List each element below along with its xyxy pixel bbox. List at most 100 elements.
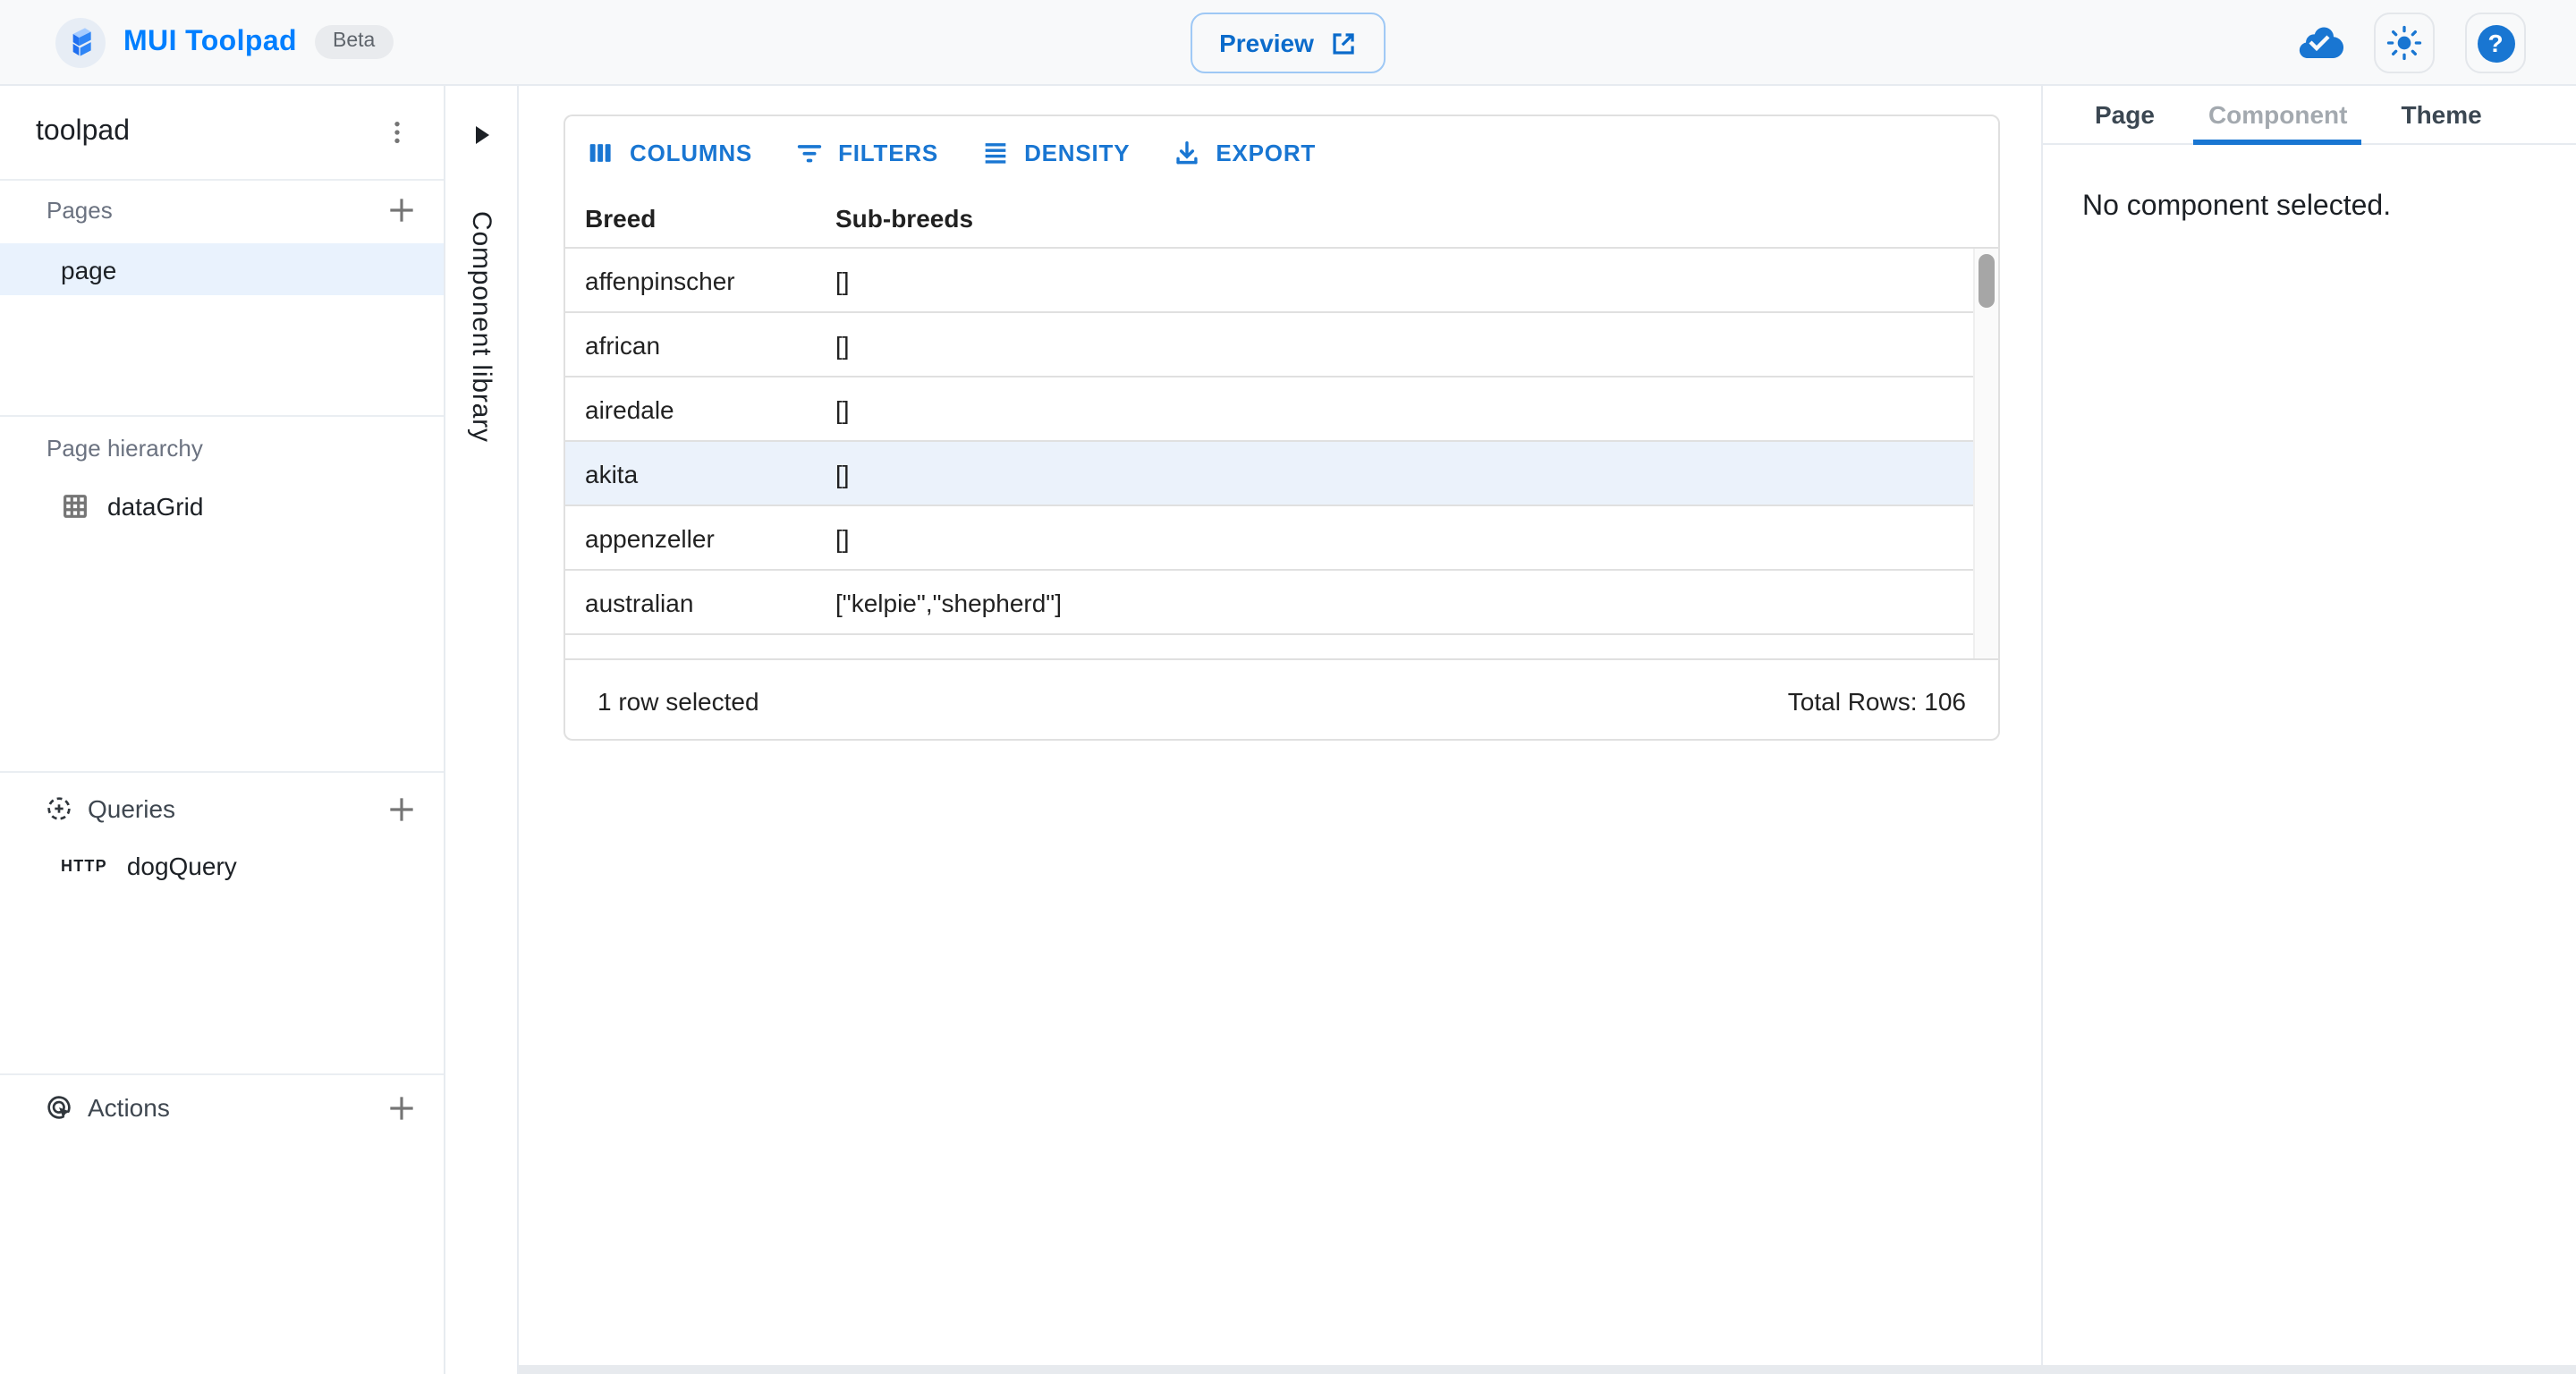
add-page-button[interactable] — [379, 188, 422, 231]
column-header-subbreeds[interactable]: Sub-breeds — [816, 204, 1998, 233]
divider — [0, 1073, 444, 1075]
datagrid-component[interactable]: COLUMNS FILTERS — [564, 114, 2000, 741]
download-icon — [1171, 138, 1201, 168]
cell-subbreeds: ["kelpie","shepherd"] — [816, 588, 1998, 616]
project-row: toolpad — [0, 86, 444, 181]
add-action-button[interactable] — [379, 1086, 422, 1129]
tab-component[interactable]: Component — [2208, 86, 2348, 143]
table-row[interactable]: airedale [] — [565, 377, 1998, 442]
add-query-button[interactable] — [379, 787, 422, 830]
column-header-breed[interactable]: Breed — [565, 204, 816, 233]
page-item-label: page — [61, 255, 116, 284]
table-row[interactable]: african [] — [565, 313, 1998, 377]
export-button-label: EXPORT — [1216, 140, 1316, 166]
light-mode-sun-icon — [2386, 25, 2422, 61]
beta-badge: Beta — [315, 25, 393, 60]
export-button[interactable]: EXPORT — [1171, 138, 1316, 168]
queries-section-label-group: Queries — [45, 794, 175, 823]
cell-subbreeds: [] — [816, 266, 1998, 294]
kebab-menu-icon — [383, 118, 411, 147]
density-lines-icon — [979, 138, 1010, 168]
hierarchy-section-header: Page hierarchy — [0, 429, 444, 465]
app-title: MUI Toolpad — [123, 26, 297, 58]
density-button[interactable]: DENSITY — [979, 138, 1130, 168]
actions-section-label: Actions — [88, 1093, 170, 1122]
rows-selected-text: 1 row selected — [597, 686, 759, 715]
view-columns-icon — [585, 138, 615, 168]
grid-icon — [61, 492, 89, 521]
vertical-scrollbar[interactable] — [1973, 249, 1998, 658]
body-row: toolpad Pages page — [0, 86, 2576, 1374]
help-button[interactable]: ? — [2465, 13, 2526, 73]
divider — [0, 415, 444, 417]
preview-button[interactable]: Preview — [1191, 13, 1385, 73]
app-root: MUI Toolpad Beta Preview — [0, 0, 2576, 1374]
pages-section-label: Pages — [47, 196, 113, 223]
mui-toolpad-logo-icon — [55, 17, 106, 67]
datagrid-footer: 1 row selected Total Rows: 106 — [565, 658, 1998, 741]
table-row[interactable]: affenpinscher [] — [565, 249, 1998, 313]
dogquery-item-label: dogQuery — [127, 852, 237, 880]
tab-page[interactable]: Page — [2095, 86, 2155, 143]
ads-click-icon — [45, 1093, 73, 1122]
actions-section-header: Actions — [0, 1086, 444, 1129]
cell-breed: airedale — [565, 394, 816, 423]
total-rows-text: Total Rows: 106 — [1788, 686, 1966, 715]
chevron-right-icon[interactable] — [473, 125, 489, 145]
page-canvas: COLUMNS FILTERS — [519, 86, 2041, 1374]
table-row-selected[interactable]: akita [] — [565, 442, 1998, 506]
theme-toggle-button[interactable] — [2374, 13, 2435, 73]
sidebar-item-datagrid[interactable]: dataGrid — [0, 487, 444, 526]
sidebar-item-dogquery[interactable]: HTTP dogQuery — [0, 846, 444, 886]
hierarchy-section-label: Page hierarchy — [47, 434, 203, 461]
datagrid-rows-viewport: affenpinscher [] african [] airedale [] … — [565, 249, 1998, 658]
preview-button-label: Preview — [1219, 29, 1314, 57]
inspector-tabs: Page Component Theme — [2043, 86, 2576, 145]
project-menu-button[interactable] — [376, 111, 419, 154]
plus-icon — [384, 1090, 418, 1124]
component-library-label: Component library — [466, 211, 496, 443]
filters-button[interactable]: FILTERS — [793, 138, 938, 168]
header-actions: ? — [2295, 0, 2526, 86]
project-name: toolpad — [36, 116, 130, 148]
cell-subbreeds: [] — [816, 330, 1998, 359]
cell-breed: akita — [565, 459, 816, 488]
component-library-panel[interactable]: Component library — [444, 86, 519, 1374]
divider — [0, 771, 444, 773]
scrollbar-thumb[interactable] — [1979, 254, 1995, 308]
queries-section-header: Queries — [0, 787, 444, 830]
cell-subbreeds: [] — [816, 394, 1998, 423]
cell-subbreeds: [] — [816, 459, 1998, 488]
pages-section-header: Pages — [0, 186, 444, 233]
cell-subbreeds: [] — [816, 523, 1998, 552]
plus-icon — [384, 792, 418, 826]
density-button-label: DENSITY — [1024, 140, 1130, 166]
datagrid-toolbar: COLUMNS FILTERS — [565, 116, 1998, 190]
cell-breed: appenzeller — [565, 523, 816, 552]
table-row[interactable]: australian ["kelpie","shepherd"] — [565, 571, 1998, 635]
sidebar-item-page[interactable]: page — [0, 243, 444, 295]
http-badge: HTTP — [61, 857, 107, 875]
table-row[interactable]: appenzeller [] — [565, 506, 1998, 571]
sidebar: toolpad Pages page — [0, 86, 444, 1374]
filter-list-icon — [793, 138, 824, 168]
cell-breed: australian — [565, 588, 816, 616]
cell-breed: affenpinscher — [565, 266, 816, 294]
columns-button[interactable]: COLUMNS — [585, 138, 752, 168]
header-brand: MUI Toolpad Beta — [0, 17, 393, 67]
queries-section-label: Queries — [88, 794, 175, 823]
actions-section-label-group: Actions — [45, 1093, 170, 1122]
app-header: MUI Toolpad Beta Preview — [0, 0, 2576, 86]
datagrid-header-row: Breed Sub-breeds — [565, 190, 1998, 249]
cloud-done-icon[interactable] — [2295, 25, 2343, 61]
inspector-panel: Page Component Theme No component select… — [2041, 86, 2576, 1374]
table-row-partial[interactable] — [565, 635, 1998, 658]
filters-button-label: FILTERS — [838, 140, 938, 166]
datagrid-item-label: dataGrid — [107, 492, 203, 521]
cell-breed: african — [565, 330, 816, 359]
open-in-new-icon — [1330, 30, 1357, 56]
tab-theme[interactable]: Theme — [2401, 86, 2481, 143]
no-component-message: No component selected. — [2082, 191, 2576, 224]
plus-icon — [384, 192, 418, 226]
help-question-icon: ? — [2477, 24, 2514, 62]
